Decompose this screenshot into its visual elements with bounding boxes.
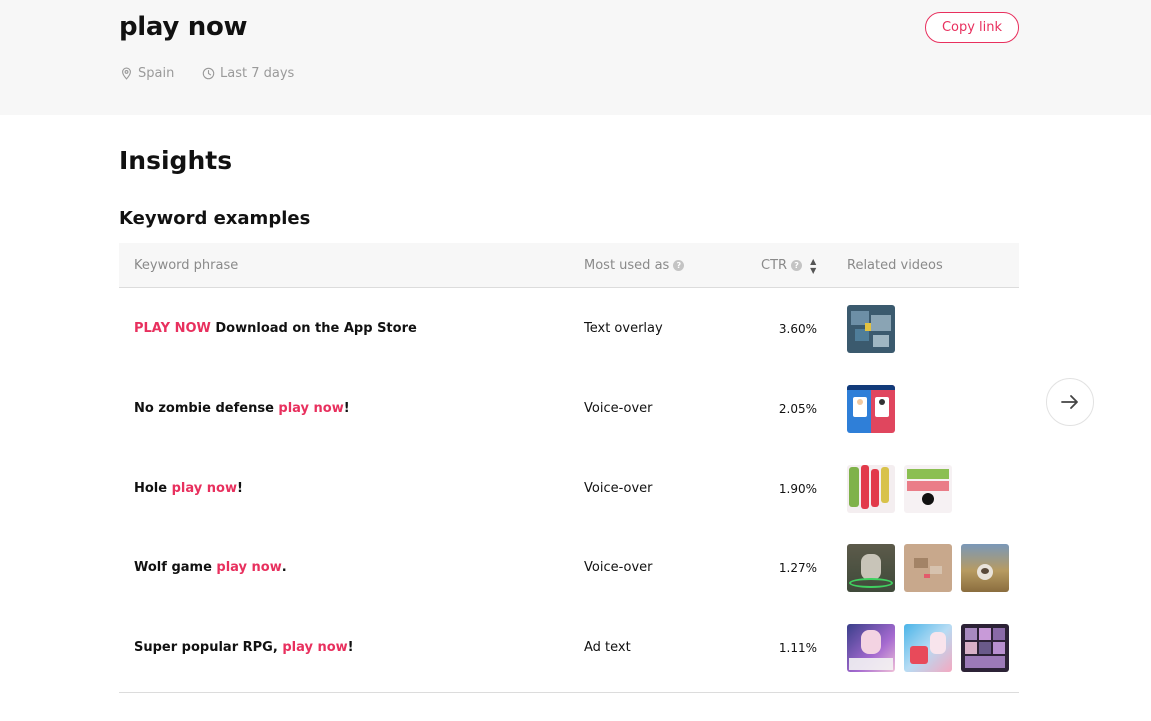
location-filter: Spain — [120, 66, 174, 81]
most-used-as: Voice-over — [584, 401, 653, 416]
video-thumbnail[interactable] — [961, 623, 1009, 672]
phrase-prefix: Wolf game — [134, 560, 217, 575]
table-row: Hole play now! Voice-over 1.90% — [119, 449, 1019, 528]
phrase-suffix: ! — [343, 401, 350, 416]
most-used-as: Voice-over — [584, 481, 653, 496]
phrase-highlight: play now — [171, 481, 237, 496]
clock-icon — [202, 67, 215, 80]
related-videos — [847, 449, 952, 528]
phrase-suffix: ! — [347, 640, 354, 655]
phrase-highlight: PLAY NOW — [134, 321, 211, 336]
phrase-prefix: No zombie defense — [134, 401, 279, 416]
keyword-phrase: Super popular RPG, play now! — [134, 608, 354, 687]
phrase-prefix: Super popular RPG, — [134, 640, 283, 655]
ctr-value: 1.27% — [778, 560, 817, 575]
table-header: Keyword phrase Most used as ? CTR ? ▲ ▼ R… — [119, 243, 1019, 288]
video-thumbnail[interactable] — [847, 623, 895, 672]
ctr-value: 1.11% — [778, 640, 817, 655]
most-used-as: Ad text — [584, 640, 631, 655]
arrow-right-icon — [1061, 395, 1078, 409]
keyword-phrase: Hole play now! — [134, 449, 243, 528]
table-row: PLAY NOW Download on the App Store Text … — [119, 289, 1019, 368]
video-thumbnail[interactable] — [904, 623, 952, 672]
location-label: Spain — [138, 66, 175, 81]
ctr-value: 1.90% — [778, 481, 817, 496]
keyword-phrase: PLAY NOW Download on the App Store — [134, 289, 417, 368]
phrase-suffix: . — [281, 560, 287, 575]
next-page-button[interactable] — [1046, 378, 1094, 426]
phrase-suffix: ! — [236, 481, 243, 496]
related-videos — [847, 289, 895, 368]
video-thumbnail[interactable] — [847, 543, 895, 592]
column-related-videos: Related videos — [847, 243, 943, 288]
video-thumbnail[interactable] — [904, 464, 952, 513]
video-thumbnail[interactable] — [847, 384, 895, 433]
related-videos — [847, 369, 895, 448]
period-label: Last 7 days — [220, 66, 295, 81]
most-used-as: Voice-over — [584, 560, 653, 575]
keyword-phrase: No zombie defense play now! — [134, 369, 350, 448]
phrase-suffix: Download on the App Store — [210, 321, 417, 336]
video-thumbnail[interactable] — [904, 543, 952, 592]
column-most-used-as: Most used as ? — [584, 243, 685, 288]
table-row: No zombie defense play now! Voice-over 2… — [119, 369, 1019, 448]
related-videos — [847, 608, 1009, 687]
column-keyword-phrase: Keyword phrase — [134, 243, 238, 288]
phrase-highlight: play now — [216, 560, 282, 575]
sort-icon[interactable]: ▲ ▼ — [810, 257, 816, 275]
table-row: Super popular RPG, play now! Ad text 1.1… — [119, 608, 1019, 687]
column-keyword-phrase-label: Keyword phrase — [134, 258, 239, 273]
keyword-examples-heading: Keyword examples — [119, 208, 311, 229]
ctr-value: 3.60% — [778, 321, 817, 336]
phrase-prefix: Hole — [134, 481, 172, 496]
period-filter: Last 7 days — [202, 66, 294, 81]
keyword-header: play now Copy link Spain Last 7 days — [0, 0, 1151, 115]
location-pin-icon — [122, 67, 131, 80]
phrase-highlight: play now — [282, 640, 348, 655]
column-ctr-label[interactable]: CTR — [761, 258, 787, 273]
ctr-value: 2.05% — [778, 401, 817, 416]
table-row: Wolf game play now. Voice-over 1.27% — [119, 528, 1019, 607]
most-used-as: Text overlay — [584, 321, 663, 336]
table-bottom-divider — [119, 692, 1019, 693]
video-thumbnail[interactable] — [847, 304, 895, 353]
column-most-used-as-label: Most used as — [584, 258, 670, 273]
keyword-title: play now — [119, 12, 248, 42]
info-icon[interactable]: ? — [791, 260, 803, 271]
related-videos — [847, 528, 1009, 607]
info-icon[interactable]: ? — [673, 260, 685, 271]
column-ctr[interactable]: CTR ? ▲ ▼ — [761, 243, 816, 288]
phrase-highlight: play now — [278, 401, 344, 416]
video-thumbnail[interactable] — [847, 464, 895, 513]
insights-heading: Insights — [119, 146, 233, 175]
video-thumbnail[interactable] — [961, 543, 1009, 592]
keyword-phrase: Wolf game play now. — [134, 528, 287, 607]
copy-link-button[interactable]: Copy link — [925, 12, 1019, 43]
column-related-videos-label: Related videos — [847, 258, 943, 273]
